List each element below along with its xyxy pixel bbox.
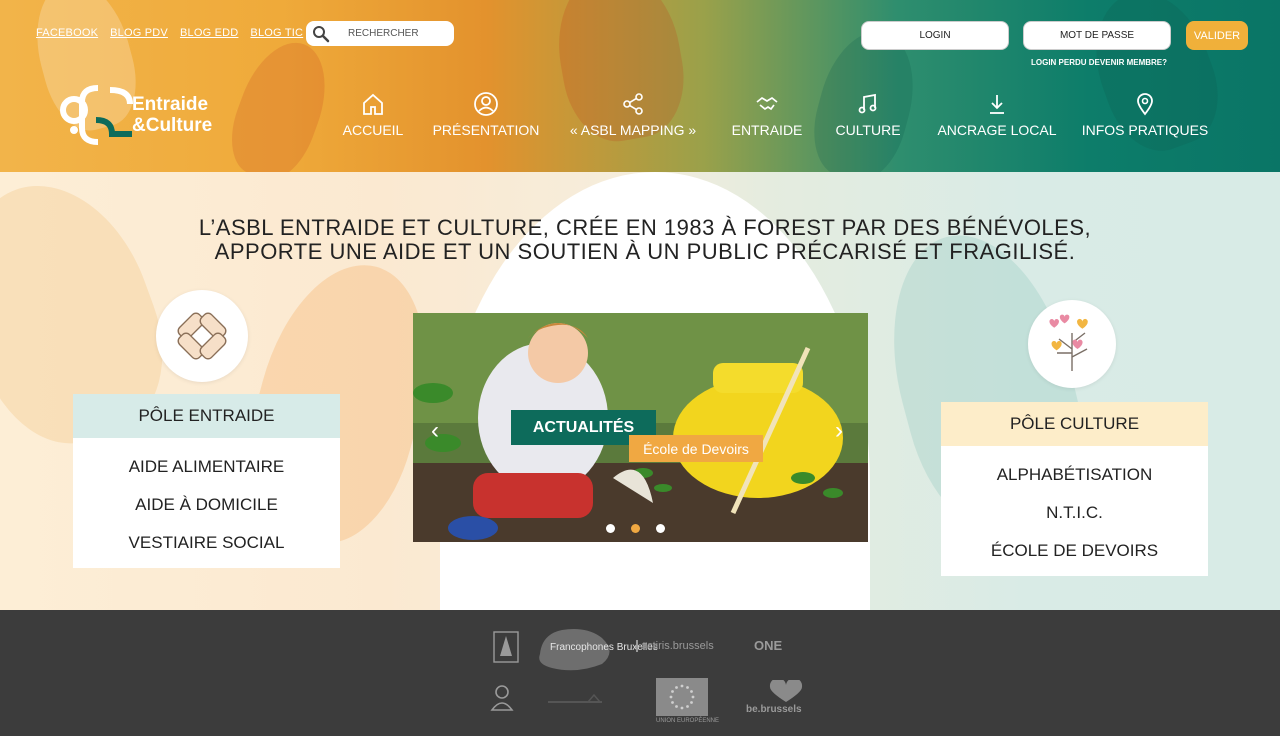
- pole-culture-card: PÔLE CULTURE ALPHABÉTISATION N.T.I.C. ÉC…: [941, 402, 1208, 576]
- blog-edd-link[interactable]: BLOG EDD: [180, 27, 238, 39]
- be-brussels-logo[interactable]: be.brussels: [746, 704, 802, 715]
- login-field[interactable]: [862, 30, 1008, 41]
- list-item[interactable]: ÉCOLE DE DEVOIRS: [941, 532, 1208, 570]
- partner-logo[interactable]: [548, 692, 602, 706]
- main-nav: ACCUEIL PRÉSENTATION « ASBL MAPPING » EN…: [0, 90, 1280, 150]
- user-circle-icon: [473, 90, 499, 118]
- handshake-icon: [755, 90, 779, 118]
- site-header: FACEBOOK BLOG PDV BLOG EDD BLOG TIC VALI…: [0, 0, 1280, 172]
- login-help-link[interactable]: LOGIN PERDU DEVENIR MEMBRE?: [1031, 58, 1167, 67]
- belgian-lion-logo[interactable]: [492, 630, 520, 664]
- share-icon: [621, 90, 645, 118]
- social-links: FACEBOOK BLOG PDV BLOG EDD BLOG TIC: [36, 27, 303, 39]
- pole-culture-list: ALPHABÉTISATION N.T.I.C. ÉCOLE DE DEVOIR…: [941, 446, 1208, 576]
- music-note-icon: [857, 90, 879, 118]
- page-tagline: L’ASBL ENTRAIDE ET CULTURE, CRÉE EN 1983…: [0, 216, 1280, 264]
- eu-flag-logo[interactable]: [656, 678, 708, 716]
- heart-tree-icon: [1049, 314, 1088, 371]
- list-item[interactable]: AIDE ALIMENTAIRE: [73, 448, 340, 486]
- lire-et-ecrire-logo[interactable]: [488, 682, 516, 716]
- facebook-link[interactable]: FACEBOOK: [36, 27, 98, 39]
- search-icon[interactable]: [306, 25, 336, 43]
- one-logo[interactable]: ONE: [754, 638, 782, 653]
- list-item[interactable]: AIDE À DOMICILE: [73, 486, 340, 524]
- tagline-line-2: APPORTE UNE AIDE ET UN SOUTIEN À UN PUBL…: [214, 239, 1076, 264]
- nav-item-asbl-mapping[interactable]: « ASBL MAPPING »: [570, 90, 696, 138]
- map-pin-icon: [1135, 90, 1155, 118]
- nav-label: « ASBL MAPPING »: [569, 122, 697, 138]
- nav-item-infos-pratiques[interactable]: INFOS PRATIQUES: [1081, 90, 1209, 138]
- login-field-wrapper: [861, 21, 1009, 50]
- search-input[interactable]: [348, 28, 448, 39]
- eu-logo-text: UNION EUROPÉENNE: [656, 718, 720, 724]
- password-field-wrapper: [1023, 21, 1171, 50]
- search-box: [306, 21, 454, 46]
- nav-label: PRÉSENTATION: [432, 122, 540, 138]
- slider-dot[interactable]: [606, 524, 615, 533]
- culture-emblem: [1028, 300, 1116, 388]
- valider-button[interactable]: VALIDER: [1186, 21, 1248, 50]
- nav-item-accueil[interactable]: ACCUEIL: [343, 90, 403, 138]
- slider-dots: [606, 524, 665, 533]
- nav-item-ancrage-local[interactable]: ANCRAGE LOCAL: [934, 90, 1060, 138]
- nav-label: INFOS PRATIQUES: [1081, 122, 1209, 138]
- nav-item-entraide[interactable]: ENTRAIDE: [732, 90, 802, 138]
- nav-label: ENTRAIDE: [731, 122, 803, 138]
- pole-entraide-list: AIDE ALIMENTAIRE AIDE À DOMICILE VESTIAI…: [73, 438, 340, 568]
- blog-pdv-link[interactable]: BLOG PDV: [110, 27, 168, 39]
- home-icon: [362, 90, 384, 118]
- be-brussels-heart-icon[interactable]: [766, 680, 806, 704]
- eu-stars-icon: [669, 684, 695, 710]
- site-footer: Francophones Bruxelles actiris.brussels …: [0, 610, 1280, 736]
- list-item[interactable]: N.T.I.C.: [941, 494, 1208, 532]
- nav-item-culture[interactable]: CULTURE: [835, 90, 901, 138]
- pole-culture-title: PÔLE CULTURE: [941, 402, 1208, 446]
- slider-prev-arrow-icon[interactable]: ‹: [431, 417, 439, 445]
- slider-next-arrow-icon[interactable]: ›: [835, 417, 843, 445]
- slider-subtitle[interactable]: École de Devoirs: [629, 435, 763, 462]
- slider-dot[interactable]: [656, 524, 665, 533]
- slider-dot[interactable]: [631, 524, 640, 533]
- password-field[interactable]: [1024, 30, 1170, 41]
- nav-item-presentation[interactable]: PRÉSENTATION: [433, 90, 539, 138]
- news-slider: ACTUALITÉS École de Devoirs ‹ ›: [413, 313, 868, 542]
- joined-hands-icon: [177, 312, 227, 360]
- pole-entraide-title: PÔLE ENTRAIDE: [73, 394, 340, 438]
- tagline-line-1: L’ASBL ENTRAIDE ET CULTURE, CRÉE EN 1983…: [198, 215, 1092, 240]
- blog-tic-link[interactable]: BLOG TIC: [250, 27, 303, 39]
- actiris-logo[interactable]: actiris.brussels: [636, 640, 714, 652]
- main-content: L’ASBL ENTRAIDE ET CULTURE, CRÉE EN 1983…: [0, 172, 1280, 610]
- nav-label: ANCRAGE LOCAL: [937, 122, 1057, 138]
- nav-label: ACCUEIL: [342, 122, 404, 138]
- download-icon: [986, 90, 1008, 118]
- nav-label: CULTURE: [835, 122, 901, 138]
- list-item[interactable]: VESTIAIRE SOCIAL: [73, 524, 340, 562]
- entraide-emblem: [156, 290, 248, 382]
- pole-entraide-card: PÔLE ENTRAIDE AIDE ALIMENTAIRE AIDE À DO…: [73, 394, 340, 568]
- list-item[interactable]: ALPHABÉTISATION: [941, 456, 1208, 494]
